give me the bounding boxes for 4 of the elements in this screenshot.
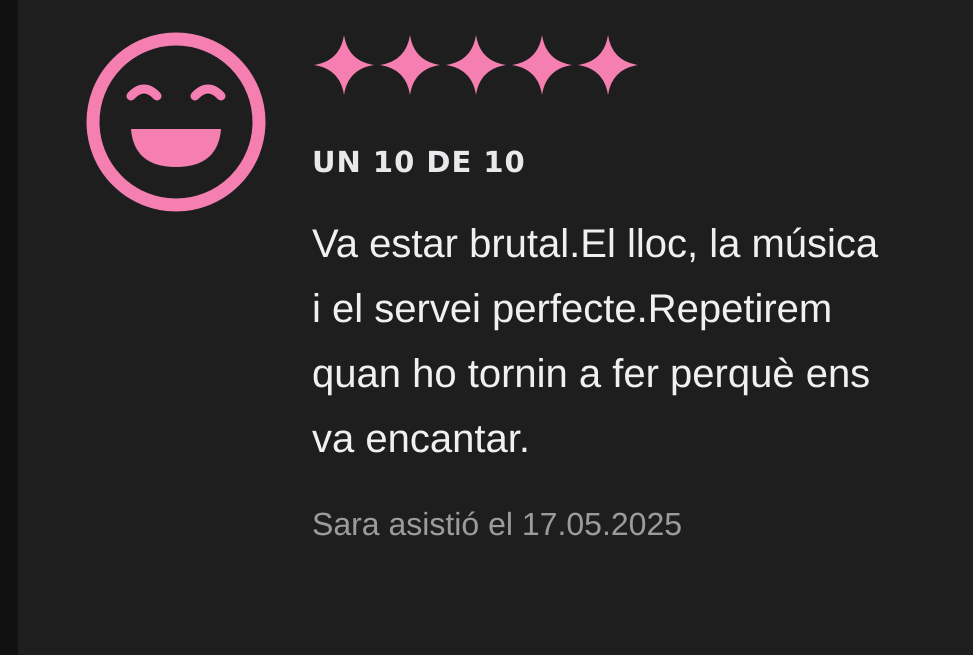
review-text: Va estar brutal.El lloc, la música i el servei perfecte.Repetirem quan ho tornin a fer perquè ens va encantar.	[312, 221, 880, 463]
attendance-note: Sara asistió el 17.05.2025	[312, 507, 684, 541]
review-title: UN 10 DE 10	[312, 144, 527, 181]
smiley-icon	[86, 32, 266, 212]
